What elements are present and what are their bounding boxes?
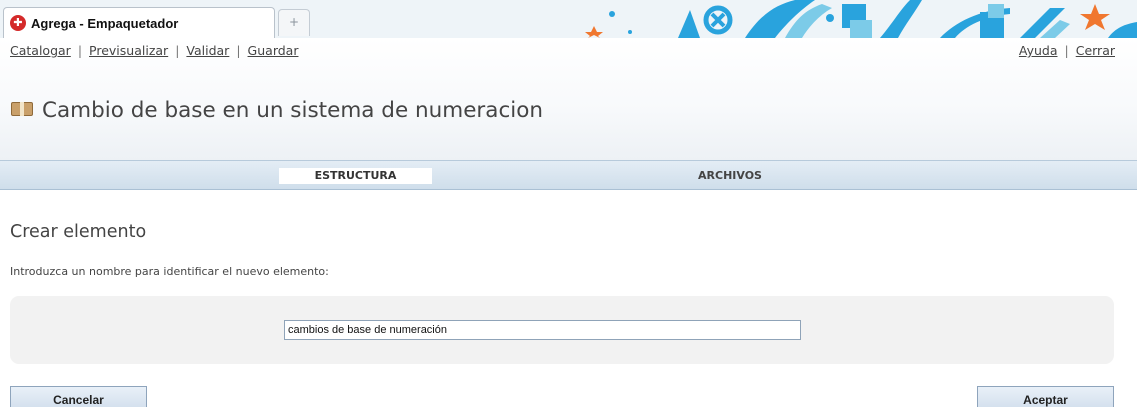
page-header: Catalogar | Previsualizar | Validar | Guardar …: [0, 38, 1137, 160]
page-title: Cambio de base en un sistema de numeraci…: [42, 98, 544, 123]
package-icon: [11, 102, 33, 116]
header-decoration: [585, 0, 1137, 38]
link-separator: |: [236, 43, 241, 58]
browser-tab-title: Agrega - Empaquetador: [31, 15, 179, 31]
toolbar-links-left: Catalogar | Previsualizar | Validar | Guardar: [10, 43, 298, 58]
browser-tab[interactable]: ✚ Agrega - Empaquetador: [3, 7, 275, 38]
instructions-text: Introduzca un nombre para identificar el…: [10, 265, 329, 278]
link-separator: |: [1064, 43, 1069, 58]
guardar-link[interactable]: Guardar: [248, 43, 299, 58]
red-compass-icon: ✚: [10, 15, 26, 31]
new-tab-button[interactable]: +: [278, 9, 310, 36]
tab-bar: ESTRUCTURA ARCHIVOS: [0, 160, 1137, 190]
ayuda-link[interactable]: Ayuda: [1019, 43, 1058, 58]
validar-link[interactable]: Validar: [186, 43, 229, 58]
cerrar-link[interactable]: Cerrar: [1076, 43, 1115, 58]
browser-chrome: ✚ Agrega - Empaquetador +: [0, 0, 1137, 38]
link-separator: |: [77, 43, 83, 58]
accept-button[interactable]: Aceptar: [977, 386, 1114, 407]
tab-archivos[interactable]: ARCHIVOS: [650, 168, 810, 184]
tab-estructura[interactable]: ESTRUCTURA: [279, 168, 432, 184]
link-separator: |: [175, 43, 180, 58]
section-title: Crear elemento: [10, 222, 147, 242]
previsualizar-link[interactable]: Previsualizar: [89, 43, 168, 58]
cancel-button[interactable]: Cancelar: [10, 386, 147, 407]
catalogar-link[interactable]: Catalogar: [10, 43, 71, 58]
element-name-input[interactable]: [284, 320, 801, 340]
toolbar-links-right: Ayuda | Cerrar: [1019, 43, 1115, 58]
